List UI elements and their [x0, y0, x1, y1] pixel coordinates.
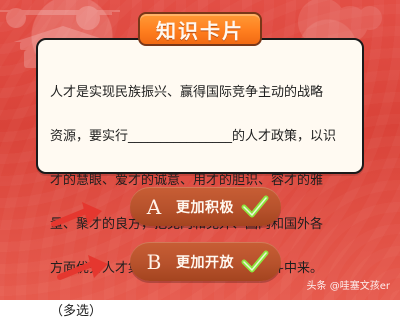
check-icon: [241, 195, 269, 217]
option-a-button[interactable]: A 更加积极: [130, 187, 281, 226]
card-title: 知识卡片: [156, 18, 244, 43]
multiple-choice-note: （多选）: [50, 304, 103, 319]
question-line-1: 人才是实现民族振兴、赢得国际竞争主动的战略: [50, 85, 324, 100]
arrow-icon: [57, 255, 108, 280]
option-label: 更加积极: [176, 199, 234, 216]
option-letter: B: [146, 249, 162, 274]
option-letter: A: [146, 194, 162, 219]
title-tab: 知识卡片: [138, 12, 262, 46]
question-line-2: 资源，要实行________________的人才政策，以识: [50, 129, 337, 144]
option-label: 更加开放: [176, 254, 234, 271]
arrow-icon: [51, 202, 102, 227]
knowledge-card: 人才是实现民族振兴、赢得国际竞争主动的战略 资源，要实行____________…: [36, 38, 364, 319]
check-icon: [241, 250, 269, 272]
option-b-button[interactable]: B 更加开放: [130, 242, 281, 281]
watermark: 头条 @哇塞文孩er: [306, 281, 390, 292]
